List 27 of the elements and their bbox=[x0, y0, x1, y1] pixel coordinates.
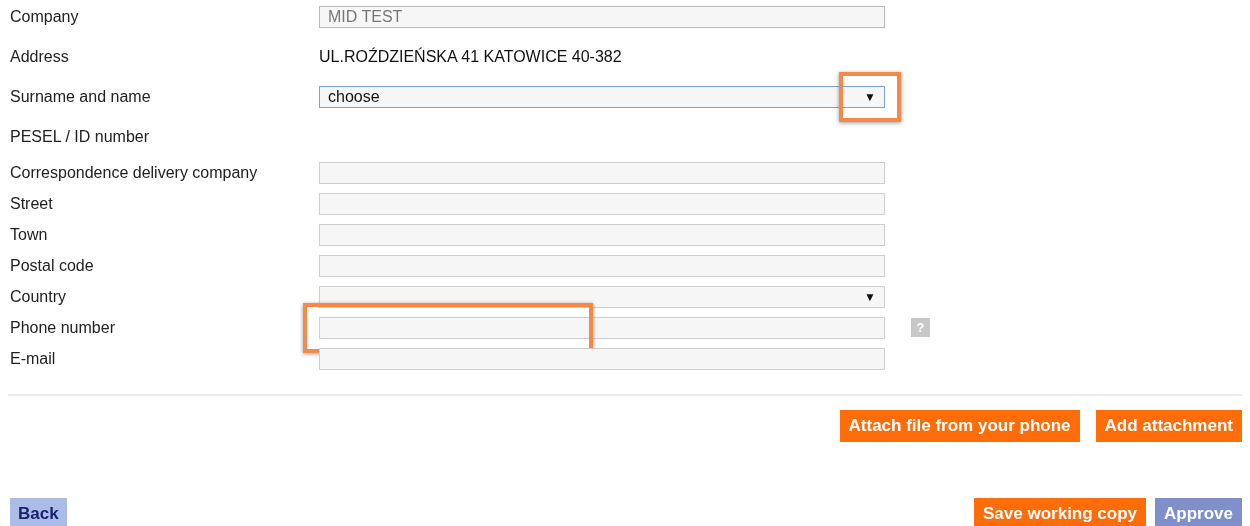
field-label: Phone number bbox=[9, 318, 116, 337]
field-label: Town bbox=[9, 225, 49, 244]
field-label: Postal code bbox=[9, 256, 95, 275]
input-field[interactable] bbox=[319, 223, 885, 246]
field-label: Surname and name bbox=[9, 88, 152, 106]
approve-button[interactable]: Approve bbox=[1155, 498, 1242, 526]
field-label: Company bbox=[9, 8, 80, 26]
select-field[interactable]: choose ▼ bbox=[319, 86, 885, 108]
input-field[interactable] bbox=[319, 347, 885, 370]
input-field[interactable] bbox=[319, 254, 885, 277]
field-label: PESEL / ID number bbox=[9, 128, 151, 146]
input-field[interactable] bbox=[319, 316, 885, 339]
field-label: E-mail bbox=[9, 349, 57, 368]
field-label: Country bbox=[9, 287, 68, 306]
field-label: Street bbox=[9, 194, 54, 213]
input-field[interactable]: MID TEST bbox=[319, 6, 885, 28]
field-label: Correspondence delivery company bbox=[9, 163, 259, 182]
input-field[interactable] bbox=[319, 161, 885, 184]
back-button[interactable]: Back bbox=[10, 498, 67, 526]
select-field[interactable]: ▼ bbox=[319, 285, 885, 308]
help-icon[interactable]: ? bbox=[911, 318, 930, 337]
attach-button[interactable]: Attach file from your phone bbox=[839, 410, 1080, 442]
input-field[interactable] bbox=[319, 192, 885, 215]
field-label: Address bbox=[9, 48, 70, 66]
save-button[interactable]: Save working copy bbox=[974, 498, 1147, 526]
attach-button[interactable]: Add attachment bbox=[1095, 410, 1242, 442]
field-value: UL.ROŹDZIEŃSKA 41 KATOWICE 40-382 bbox=[319, 48, 622, 66]
